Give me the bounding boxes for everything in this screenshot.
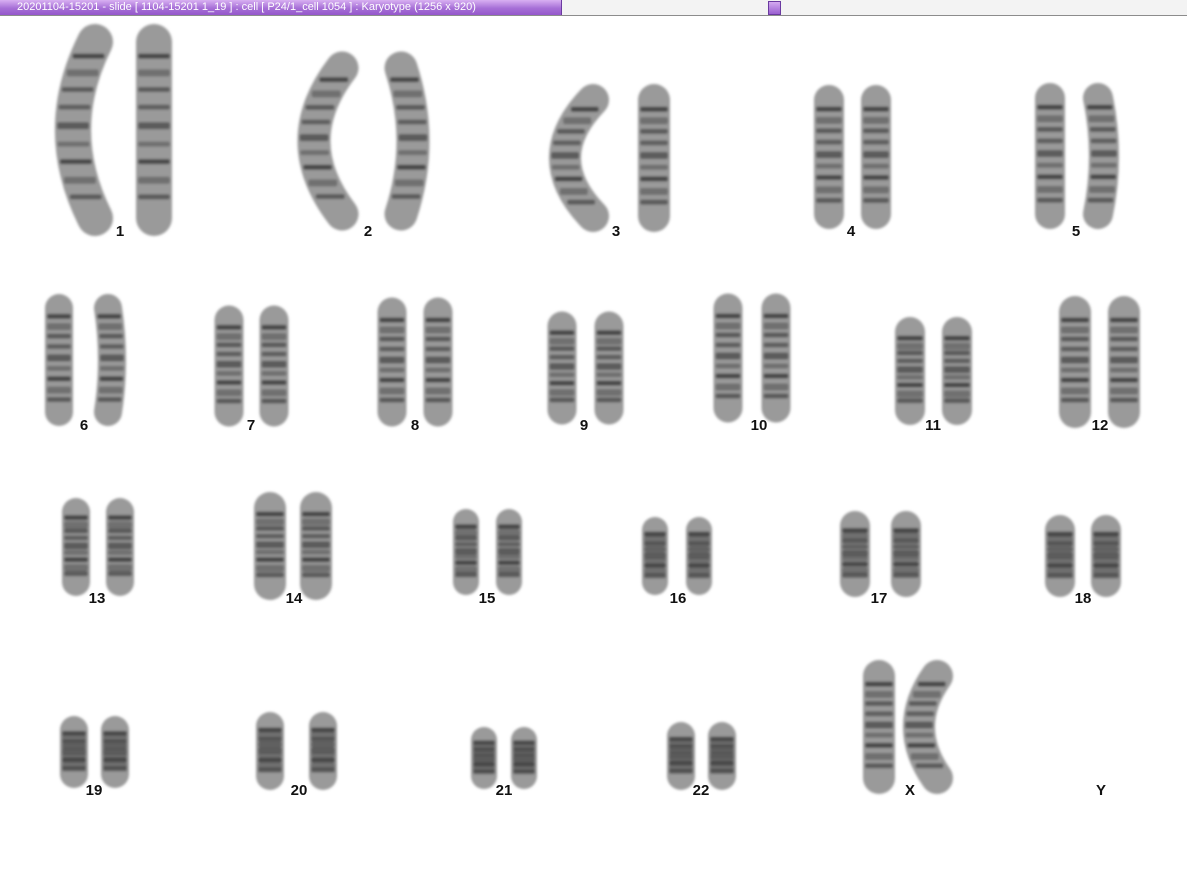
chromosome-pair-5[interactable]	[1034, 83, 1119, 229]
chromosome-pair-9[interactable]	[547, 311, 624, 425]
chromosome-label-7: 7	[246, 417, 256, 434]
chromosome-pair-8[interactable]	[377, 297, 453, 427]
chromosome-label-y: Y	[1095, 782, 1106, 799]
chromosome-pair-21[interactable]	[470, 727, 537, 789]
chromosome-pair-18[interactable]	[1044, 515, 1121, 597]
chromosome-pair-19[interactable]	[60, 716, 129, 788]
chromosome-label-19: 19	[85, 782, 103, 799]
chromosome-images	[44, 24, 1141, 794]
window-title-tab[interactable]: 20201104-15201 - slide [ 1104-15201 1_19…	[0, 0, 562, 15]
chromosome-label-16: 16	[669, 590, 687, 607]
chromosome-pair-4[interactable]	[813, 85, 891, 229]
chromosome-pair-12[interactable]	[1058, 296, 1141, 428]
chromosome-pair-7[interactable]	[214, 305, 289, 427]
chromosome-label-10: 10	[750, 417, 768, 434]
title-bar: 20201104-15201 - slide [ 1104-15201 1_19…	[0, 0, 1187, 16]
chromosome-pair-16[interactable]	[642, 517, 712, 595]
chromosome-label-x: X	[904, 782, 915, 799]
chromosome-pair-11[interactable]	[895, 317, 973, 425]
chromosome-pair-6[interactable]	[44, 294, 126, 426]
chromosome-label-4: 4	[846, 223, 856, 240]
chromosome-pair-2[interactable]	[297, 51, 430, 231]
chromosome-label-2: 2	[363, 223, 373, 240]
chromosome-pair-X[interactable]	[862, 660, 953, 794]
chromosome-label-15: 15	[478, 590, 496, 607]
chromosome-label-17: 17	[870, 590, 888, 607]
chromosome-label-14: 14	[285, 590, 303, 607]
chromosome-pair-3[interactable]	[549, 84, 670, 232]
chromosome-label-13: 13	[88, 590, 106, 607]
chromosome-label-12: 12	[1091, 417, 1109, 434]
chromosome-label-8: 8	[410, 417, 420, 434]
window-title: 20201104-15201 - slide [ 1104-15201 1_19…	[17, 1, 476, 13]
chromosome-label-18: 18	[1074, 590, 1092, 607]
chromosome-label-5: 5	[1071, 223, 1081, 240]
chromosome-pair-15[interactable]	[453, 509, 522, 595]
chromosome-label-21: 21	[495, 782, 513, 799]
chromosome-pair-17[interactable]	[840, 511, 921, 597]
chromosome-label-6: 6	[79, 417, 89, 434]
chromosome-pair-14[interactable]	[254, 492, 333, 600]
chromosome-label-20: 20	[290, 782, 308, 799]
chromosome-label-1: 1	[115, 223, 125, 240]
chromosome-label-3: 3	[611, 223, 621, 240]
chromosome-pair-10[interactable]	[713, 293, 791, 423]
scroll-marker-handle[interactable]	[768, 1, 781, 15]
chromosome-pair-20[interactable]	[256, 712, 337, 790]
chromosome-label-22: 22	[692, 782, 710, 799]
chromosome-label-11: 11	[925, 417, 941, 434]
chromosome-pair-13[interactable]	[62, 498, 134, 596]
karyotype-canvas: 1 2 3 4 5 6 7 8 9 10 11 12 13 14 15 16 1…	[0, 16, 1187, 880]
chromosome-pair-22[interactable]	[666, 722, 736, 790]
chromosome-label-9: 9	[579, 417, 589, 434]
chromosome-pair-1[interactable]	[55, 24, 173, 236]
